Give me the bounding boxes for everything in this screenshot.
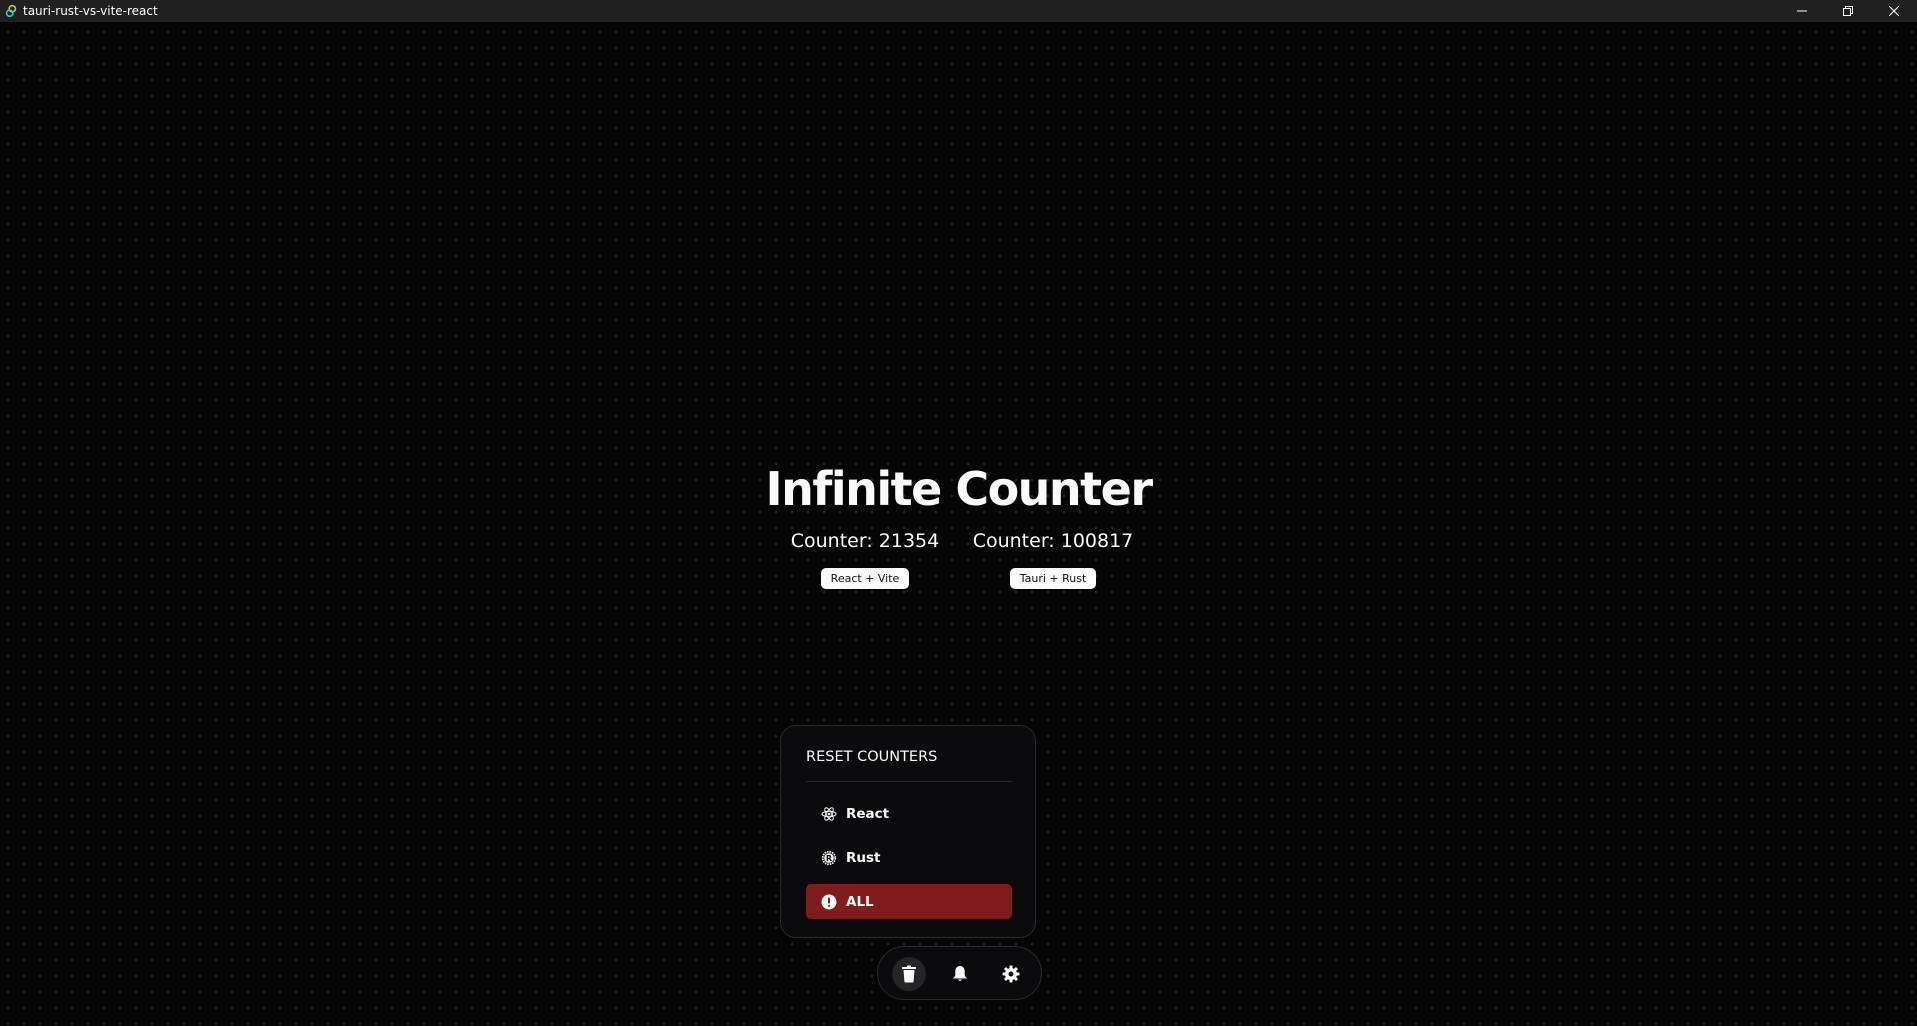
page-title: Infinite Counter — [765, 462, 1153, 516]
notifications-button[interactable] — [943, 957, 977, 991]
rust-counter-group: Counter: 100817 Tauri + Rust — [953, 530, 1153, 589]
window-controls — [1779, 0, 1917, 22]
svg-text:R: R — [826, 853, 832, 862]
trash-icon — [902, 965, 916, 983]
react-icon — [821, 806, 837, 821]
rust-counter-value: Counter: 100817 — [972, 530, 1134, 552]
react-vite-increment-button[interactable]: React + Vite — [820, 568, 910, 589]
reset-counters-heading: RESET COUNTERS — [806, 749, 938, 765]
bell-icon — [953, 966, 967, 981]
reset-react-item[interactable]: React — [806, 796, 1012, 831]
tauri-app-icon — [5, 4, 17, 18]
alert-icon — [821, 894, 837, 909]
close-button[interactable] — [1871, 0, 1917, 22]
divider — [806, 781, 1012, 782]
react-counter-value: Counter: 21354 — [790, 530, 940, 552]
rust-icon: R — [821, 850, 837, 865]
window-title: tauri-rust-vs-vite-react — [23, 4, 158, 18]
reset-rust-label: Rust — [846, 849, 881, 866]
settings-button[interactable] — [994, 957, 1028, 991]
react-counter-group: Counter: 21354 React + Vite — [765, 530, 965, 589]
reset-all-item[interactable]: ALL — [806, 884, 1012, 919]
minimize-button[interactable] — [1779, 0, 1825, 22]
reset-rust-item[interactable]: R Rust — [806, 840, 1012, 875]
bottom-dock — [877, 946, 1042, 1000]
reset-all-label: ALL — [846, 893, 874, 910]
tauri-rust-increment-button[interactable]: Tauri + Rust — [1009, 568, 1097, 589]
trash-button[interactable] — [892, 957, 926, 991]
title-bar: tauri-rust-vs-vite-react — [0, 0, 1917, 22]
minimize-icon — [1797, 10, 1807, 12]
gear-icon — [1002, 965, 1020, 983]
restore-button[interactable] — [1825, 0, 1871, 22]
close-icon — [1889, 6, 1899, 16]
reset-react-label: React — [846, 805, 890, 822]
restore-icon — [1843, 6, 1853, 16]
reset-counters-menu: RESET COUNTERS React R Rust ALL — [780, 725, 1036, 938]
